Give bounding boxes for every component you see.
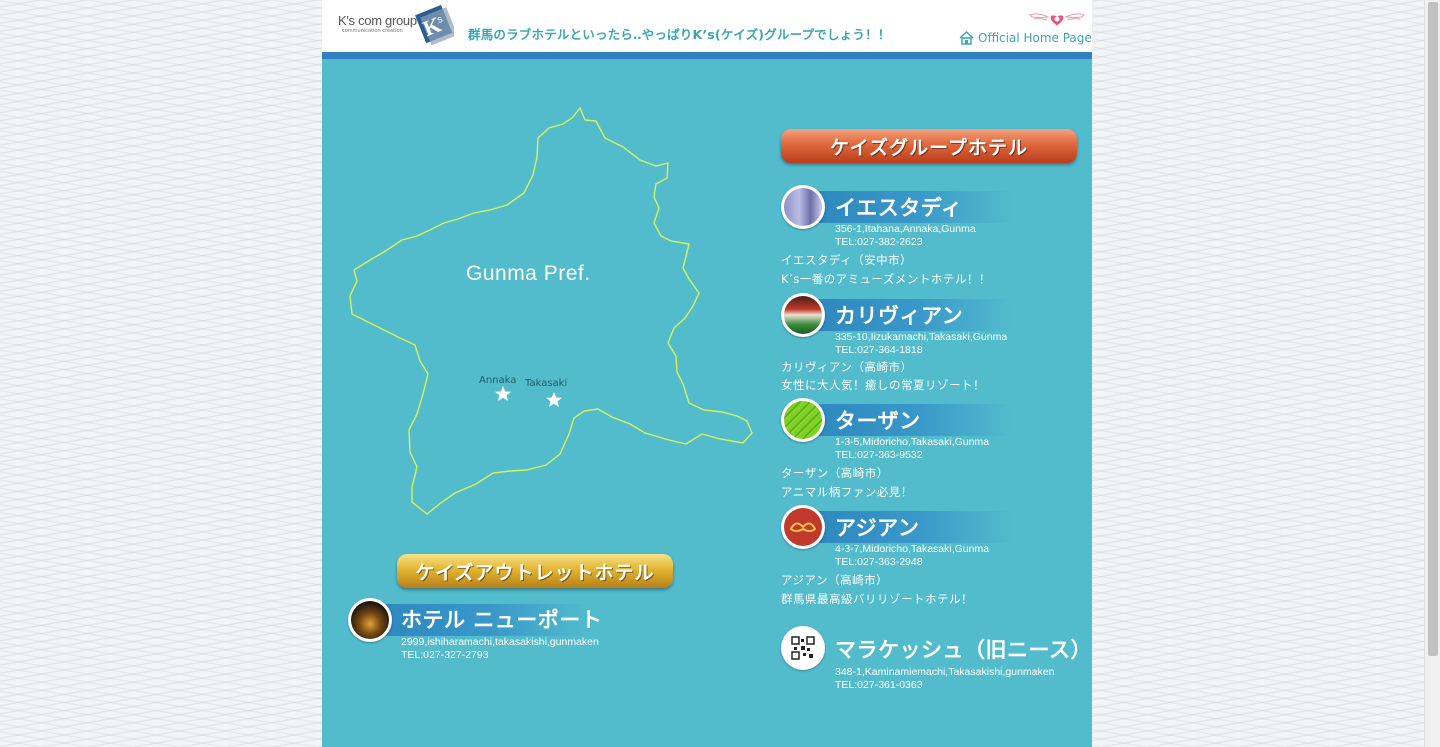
hotel-name[interactable]: イエスタディ	[835, 192, 962, 222]
leaf-icon[interactable]	[781, 398, 825, 442]
hotel-name[interactable]: マラケッシュ（旧ニース）	[835, 634, 1092, 664]
hotel-address: 356-1,Itahana,Annaka,Gunma	[835, 223, 976, 235]
hotel-location-line: ターザン（高崎市）	[781, 466, 889, 480]
annaka-star-icon[interactable]	[495, 386, 511, 401]
vertical-scrollbar[interactable]	[1424, 0, 1440, 747]
resort-photo-icon[interactable]	[781, 293, 825, 337]
hotel-card-caribbean[interactable]: カリヴィアン 335-10,Iizukamachi,Takasaki,Gunma…	[781, 293, 1081, 403]
hotel-name[interactable]: ターザン	[835, 405, 921, 435]
outlet-hotels-banner: ケイズアウトレットホテル	[397, 554, 673, 588]
hotel-name[interactable]: カリヴィアン	[835, 300, 963, 330]
hotel-location-line: カリヴィアン（高崎市）	[781, 360, 913, 374]
hotel-location-line: イエスタディ（安中市）	[781, 253, 913, 267]
night-building-photo-icon[interactable]	[348, 598, 392, 642]
hotel-name[interactable]: アジアン	[835, 512, 919, 542]
hotel-tel: TEL:027-361-0363	[835, 679, 923, 691]
hotel-tel: TEL:027-363-2948	[835, 556, 923, 568]
hotel-tel: TEL:027-363-9532	[835, 449, 923, 461]
qr-code-shape	[791, 636, 815, 660]
hotel-tel: TEL:027-364-1818	[835, 344, 923, 356]
gunma-outline	[349, 106, 753, 515]
hotel-name[interactable]: ホテル ニューポート	[401, 604, 602, 634]
hotel-card-tarzan[interactable]: ターザン 1-3-5,Midoricho,Takasaki,Gunma TEL:…	[781, 398, 1081, 508]
asian-emblem-shape	[789, 522, 817, 532]
takasaki-star-icon[interactable]	[546, 392, 562, 407]
hotel-card-marrakech[interactable]: マラケッシュ（旧ニース） 348-1,Kaminamiemachi,Takasa…	[781, 626, 1091, 696]
scrollbar-thumb[interactable]	[1428, 2, 1438, 656]
hotel-catchphrase: 群馬県最高級バリリゾートホテル！	[781, 592, 973, 606]
hotel-address: 2999,ishiharamachi,takasakishi,gunmaken	[401, 636, 599, 648]
hotel-address: 1-3-5,Midoricho,Takasaki,Gunma	[835, 436, 990, 448]
group-hotels-banner: ケイズグループホテル	[781, 129, 1077, 163]
hotel-tel: TEL:027-327-2793	[401, 649, 489, 661]
hotel-address: 335-10,Iizukamachi,Takasaki,Gunma	[835, 331, 1008, 343]
hotel-catchphrase: 女性に大人気！癒しの常夏リゾート！	[781, 378, 985, 392]
asian-emblem-icon[interactable]	[781, 505, 825, 549]
hotel-catchphrase: K’s一番のアミューズメントホテル！！	[781, 272, 991, 286]
building-photo-icon[interactable]	[781, 185, 825, 229]
hotel-address: 4-3-7,Midoricho,Takasaki,Gunma	[835, 543, 990, 555]
map-title: Gunma Pref.	[466, 262, 591, 285]
city-label-annaka: Annaka	[479, 375, 517, 386]
hotel-card-newport[interactable]: ホテル ニューポート 2999,ishiharamachi,takasakish…	[348, 598, 648, 668]
hotel-address: 348-1,Kaminamiemachi,Takasakishi,gunmake…	[835, 666, 1055, 678]
page-container: K's com group communication creation K s…	[322, 0, 1092, 747]
hotel-location-line: アジアン（高崎市）	[781, 573, 889, 587]
hotel-card-yesterday[interactable]: イエスタディ 356-1,Itahana,Annaka,Gunma TEL:02…	[781, 185, 1081, 295]
qr-code-icon[interactable]	[781, 626, 825, 670]
hotel-tel: TEL:027-382-2623	[835, 236, 923, 248]
hotel-card-asian[interactable]: アジアン 4-3-7,Midoricho,Takasaki,Gunma TEL:…	[781, 505, 1081, 615]
city-label-takasaki: Takasaki	[525, 378, 568, 389]
hotel-catchphrase: アニマル柄ファン必見！	[781, 485, 913, 499]
